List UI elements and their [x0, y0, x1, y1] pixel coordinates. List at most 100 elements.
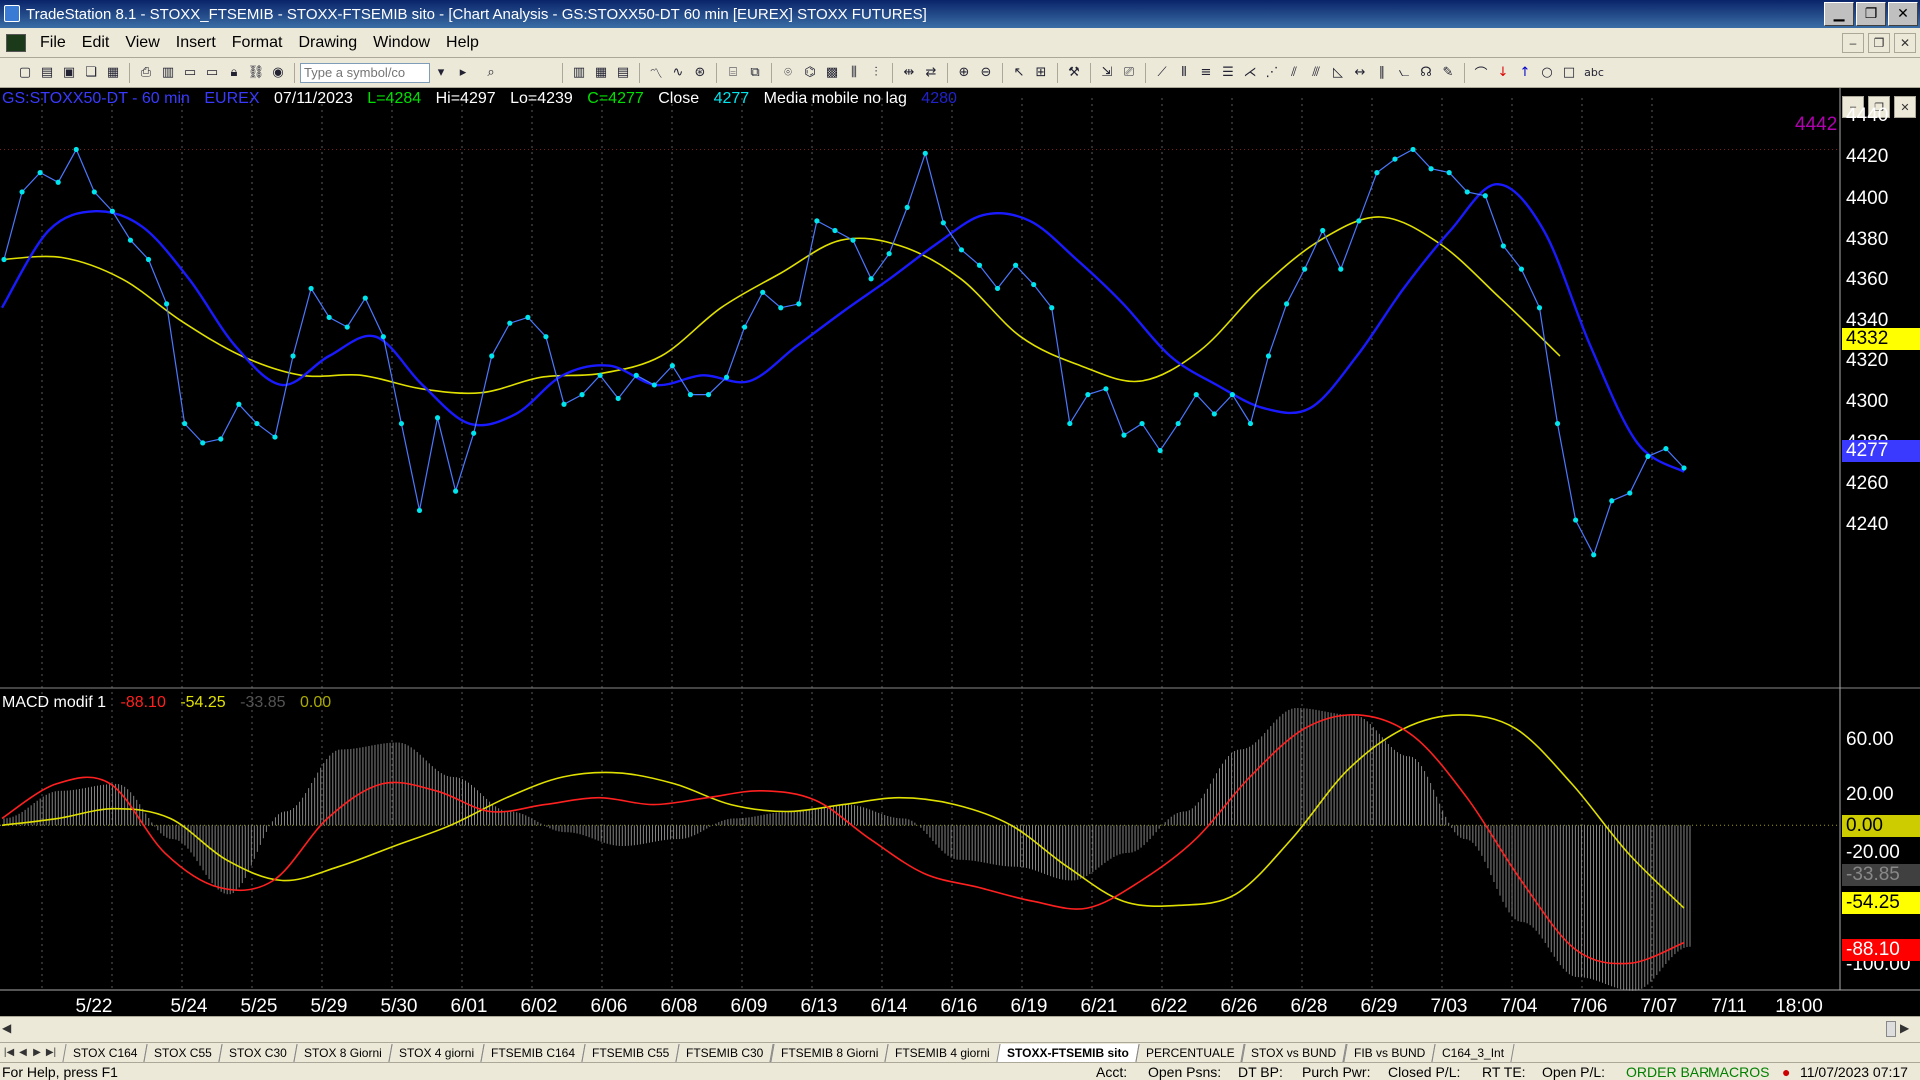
fibonacci-icon[interactable]: ☰	[1219, 64, 1237, 82]
regression-icon[interactable]: ⦦	[1395, 64, 1413, 82]
cycle-icon[interactable]: ☊	[1417, 64, 1435, 82]
bars-icon[interactable]: ⫼	[845, 64, 863, 82]
compress-icon[interactable]: ⇄	[922, 64, 940, 82]
tools-icon[interactable]: ⚒	[1065, 64, 1083, 82]
arc-icon[interactable]: ⌒	[1472, 64, 1490, 82]
new-icon[interactable]: ▢	[16, 64, 34, 82]
restore-button[interactable]: ❐	[1856, 2, 1886, 26]
text-tool-icon[interactable]: abc	[1582, 64, 1606, 82]
circle-icon[interactable]: ○	[1538, 64, 1556, 82]
window2-icon[interactable]: ▭	[203, 64, 221, 82]
andrews-icon[interactable]: ⫽	[1285, 64, 1303, 82]
menu-drawing[interactable]: Drawing	[290, 34, 365, 52]
horizontal-scrollbar[interactable]: ◀ ▶	[0, 1016, 1920, 1042]
up-arrow-icon[interactable]: ↑	[1516, 64, 1534, 82]
tab-c164-3-int[interactable]: C164_3_Int	[1431, 1043, 1515, 1062]
copy-icon[interactable]: ❏	[82, 64, 100, 82]
trendline-icon[interactable]: ⟋	[1153, 64, 1171, 82]
mdi-restore-button[interactable]: ❐	[1868, 32, 1890, 53]
export-icon[interactable]: ⎚	[1120, 64, 1138, 82]
pointer-icon[interactable]: ↖	[1010, 64, 1028, 82]
menu-insert[interactable]: Insert	[168, 34, 224, 52]
paste-icon[interactable]: ▦	[104, 64, 122, 82]
lock-icon[interactable]: 🔒︎	[225, 64, 243, 82]
strategy-icon[interactable]: ⊛	[691, 64, 709, 82]
mdi-minimize-button[interactable]: –	[1842, 32, 1864, 53]
indicator-icon[interactable]: ∿	[669, 64, 687, 82]
matrix-icon[interactable]: ▩	[823, 64, 841, 82]
import-icon[interactable]: ⇲	[1098, 64, 1116, 82]
tab-ftsemib-8-giorni[interactable]: FTSEMIB 8 Giorni	[770, 1043, 889, 1062]
scanner-icon[interactable]: ⌬	[801, 64, 819, 82]
tab-stox-vs-bund[interactable]: STOX vs BUND	[1240, 1043, 1348, 1062]
parallel-icon[interactable]: ∥	[1373, 64, 1391, 82]
tab-first-icon[interactable]: |◀	[2, 1047, 16, 1058]
menu-file[interactable]: File	[32, 34, 74, 52]
tab-percentuale[interactable]: PERCENTUALE	[1135, 1043, 1245, 1062]
channel-icon[interactable]: ⫻	[1307, 64, 1325, 82]
ticks-icon[interactable]: ⫶	[867, 64, 885, 82]
format-icon[interactable]: ⌸	[724, 64, 742, 82]
symbol-input[interactable]	[300, 62, 430, 83]
tab-fib-vs-bund[interactable]: FIB vs BUND	[1342, 1043, 1436, 1062]
menu-view[interactable]: View	[117, 34, 167, 52]
zoom-in-icon[interactable]: ⊕	[955, 64, 973, 82]
tab-ftsemib-c164[interactable]: FTSEMIB C164	[480, 1043, 586, 1062]
gann-fan-icon[interactable]: ⋰	[1263, 64, 1281, 82]
window-link-icon[interactable]: ⧉	[746, 64, 764, 82]
tab-stox-c30[interactable]: STOX C30	[218, 1043, 298, 1062]
menu-edit[interactable]: Edit	[74, 34, 118, 52]
chart-canvas[interactable]	[0, 88, 1920, 1020]
zoom-out-icon[interactable]: ⊖	[977, 64, 995, 82]
open-icon[interactable]: ▤	[38, 64, 56, 82]
pencil-icon[interactable]: ✎	[1439, 64, 1457, 82]
scroll-right-icon[interactable]: ▶	[1900, 1021, 1916, 1037]
expand-icon[interactable]: ⇹	[900, 64, 918, 82]
vertical-lines-icon[interactable]: ⦀	[1175, 64, 1193, 82]
menu-window[interactable]: Window	[365, 34, 438, 52]
horizontal-lines-icon[interactable]: ≡	[1197, 64, 1215, 82]
window-icon[interactable]: ▭	[181, 64, 199, 82]
status-order-bar[interactable]: ORDER BAR	[1626, 1064, 1709, 1080]
tab-next-icon[interactable]: ▶	[30, 1047, 44, 1058]
bar-chart-icon[interactable]: ▥	[570, 64, 588, 82]
table-icon[interactable]: ▤	[614, 64, 632, 82]
tab-stox-8-giorni[interactable]: STOX 8 Giorni	[293, 1043, 393, 1062]
save-icon[interactable]: ▣	[60, 64, 78, 82]
triangle-icon[interactable]: ◺	[1329, 64, 1347, 82]
tab-ftsemib-c55[interactable]: FTSEMIB C55	[581, 1043, 681, 1062]
tab-ftsemib-4-giorni[interactable]: FTSEMIB 4 giorni	[884, 1043, 1001, 1062]
binoculars-icon[interactable]: ⌕	[482, 64, 500, 82]
status-macros[interactable]: MACROS	[1708, 1064, 1769, 1080]
print-preview-icon[interactable]: ▥	[159, 64, 177, 82]
chart-window-icon[interactable]	[6, 33, 26, 52]
arrow-both-icon[interactable]: ↔	[1351, 64, 1369, 82]
mdi-close-button[interactable]: ✕	[1894, 32, 1916, 53]
tab-prev-icon[interactable]: ◀	[16, 1047, 30, 1058]
link-icon[interactable]: ⛓	[247, 64, 265, 82]
minimize-button[interactable]: ▁	[1824, 2, 1854, 26]
tab-stoxx-ftsemib-sito[interactable]: STOXX-FTSEMIB sito	[996, 1043, 1140, 1062]
radar-icon[interactable]: ⌾	[779, 64, 797, 82]
rectangle-icon[interactable]: □	[1560, 64, 1578, 82]
chart-icon[interactable]: 〽	[647, 64, 665, 82]
down-arrow-icon[interactable]: ↓	[1494, 64, 1512, 82]
data-tip-icon[interactable]: ⊞	[1032, 64, 1050, 82]
tab-stox-c164[interactable]: STOX C164	[62, 1043, 149, 1062]
print-icon[interactable]: ⎙	[137, 64, 155, 82]
menu-help[interactable]: Help	[438, 34, 487, 52]
pane-close-button[interactable]: ✕	[1894, 96, 1916, 118]
close-button[interactable]: ✕	[1888, 2, 1918, 26]
speed-lines-icon[interactable]: ⋌	[1241, 64, 1259, 82]
menu-format[interactable]: Format	[224, 34, 291, 52]
tab-stox-c55[interactable]: STOX C55	[143, 1043, 223, 1062]
tab-ftsemib-c30[interactable]: FTSEMIB C30	[675, 1043, 775, 1062]
go-arrow-icon[interactable]: ▸	[454, 64, 472, 82]
dropdown-arrow-icon[interactable]: ▾	[432, 64, 450, 82]
tab-stox-4-giorni[interactable]: STOX 4 giorni	[388, 1043, 485, 1062]
scroll-thumb[interactable]	[1886, 1021, 1896, 1037]
tab-last-icon[interactable]: ▶|	[44, 1047, 58, 1058]
grid-icon[interactable]: ▦	[592, 64, 610, 82]
chart-area[interactable]: GS:STOXX50-DT - 60 min EUREX 07/11/2023 …	[0, 88, 1920, 1020]
globe-icon[interactable]: ◉	[269, 64, 287, 82]
